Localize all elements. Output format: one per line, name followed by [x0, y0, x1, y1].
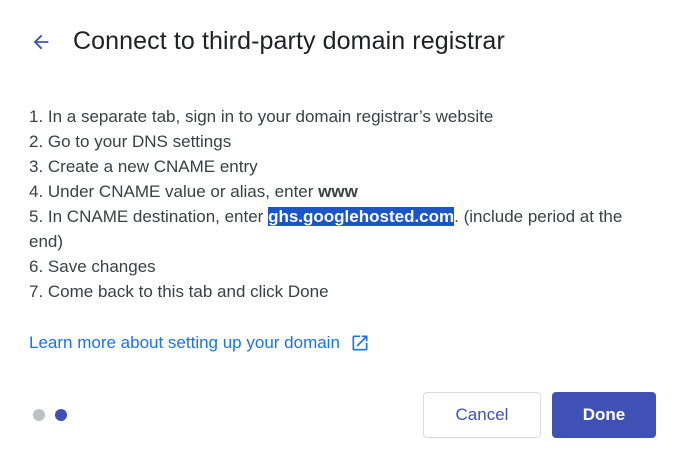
open-in-new-icon: [350, 333, 370, 353]
connect-domain-dialog: Connect to third-party domain registrar …: [0, 0, 681, 462]
step-text: 2. Go to your DNS settings: [29, 132, 232, 151]
instructions-list: 1. In a separate tab, sign in to your do…: [29, 104, 659, 304]
back-button[interactable]: [28, 29, 54, 55]
step-6: 6. Save changes: [29, 254, 659, 279]
learn-more-link[interactable]: Learn more about setting up your domain: [29, 333, 370, 353]
step-3: 3. Create a new CNAME entry: [29, 154, 659, 179]
cname-value-www: www: [318, 182, 358, 201]
pagination-dot-1: [33, 409, 45, 421]
learn-more-label: Learn more about setting up your domain: [29, 333, 340, 352]
cancel-button[interactable]: Cancel: [423, 392, 541, 438]
dialog-header: Connect to third-party domain registrar: [28, 27, 505, 56]
pagination-dot-2-active: [55, 409, 67, 421]
step-1: 1. In a separate tab, sign in to your do…: [29, 104, 659, 129]
cname-destination-selected[interactable]: ghs.googlehosted.com: [268, 207, 455, 226]
step-text: 5. In CNAME destination, enter: [29, 207, 269, 226]
step-text: 4. Under CNAME value or alias, enter: [29, 182, 319, 201]
step-5: 5. In CNAME destination, enter ghs.googl…: [29, 204, 659, 254]
step-pagination: [33, 409, 77, 421]
step-text: 3. Create a new CNAME entry: [29, 157, 258, 176]
dialog-title: Connect to third-party domain registrar: [73, 27, 505, 55]
step-text: 7. Come back to this tab and click Done: [29, 282, 329, 301]
arrow-back-icon: [33, 34, 49, 49]
step-4: 4. Under CNAME value or alias, enter www: [29, 179, 659, 204]
step-text: 1. In a separate tab, sign in to your do…: [29, 107, 494, 126]
done-button[interactable]: Done: [552, 392, 656, 438]
step-7: 7. Come back to this tab and click Done: [29, 279, 659, 304]
step-2: 2. Go to your DNS settings: [29, 129, 659, 154]
step-text: 6. Save changes: [29, 257, 156, 276]
